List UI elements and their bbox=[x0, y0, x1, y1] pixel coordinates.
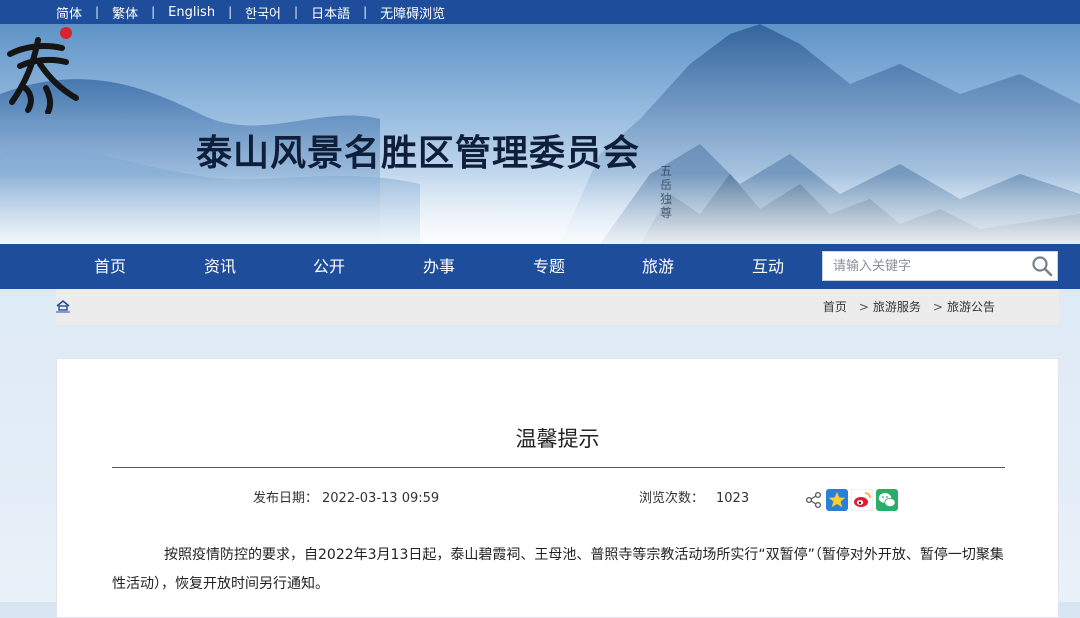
home-icon[interactable] bbox=[56, 299, 70, 313]
lang-english-link[interactable]: English bbox=[168, 5, 215, 20]
divider: | bbox=[363, 5, 368, 19]
search-input[interactable] bbox=[823, 252, 1043, 280]
title-divider bbox=[112, 467, 1005, 468]
taishan-logo-icon bbox=[7, 27, 79, 114]
publish-date-label: 发布日期： bbox=[253, 491, 319, 506]
nav-public[interactable]: 公开 bbox=[289, 244, 369, 289]
divider: | bbox=[294, 5, 299, 19]
article-card: 温馨提示 发布日期： 2022-03-13 09:59 浏览次数： 1023 按照疫… bbox=[56, 358, 1059, 618]
site-title: 泰山风景名胜区管理委员会 bbox=[196, 133, 641, 174]
nav-interaction[interactable]: 互动 bbox=[728, 244, 808, 289]
breadcrumb-tourism-services[interactable]: 旅游服务 bbox=[873, 289, 921, 325]
breadcrumb-tourism-notices[interactable]: 旅游公告 bbox=[947, 289, 995, 325]
breadcrumb-separator: > bbox=[932, 300, 943, 314]
nav-tourism[interactable]: 旅游 bbox=[618, 244, 698, 289]
qzone-icon[interactable] bbox=[826, 489, 848, 515]
publish-date-meta: 发布日期： 2022-03-13 09:59 bbox=[253, 487, 439, 506]
nav-home[interactable]: 首页 bbox=[70, 244, 150, 289]
nav-services[interactable]: 办事 bbox=[399, 244, 479, 289]
main-nav: 首页 资讯 公开 办事 专题 旅游 互动 bbox=[0, 244, 1080, 289]
lang-korean-link[interactable]: 한국어 bbox=[245, 3, 281, 22]
view-count-value: 1023 bbox=[716, 491, 750, 506]
lang-traditional-link[interactable]: 繁体 bbox=[112, 3, 138, 22]
language-links: 简体 | 繁体 | English | 한국어 | 日本語 | 无障碍浏览 bbox=[56, 0, 445, 24]
wechat-icon[interactable] bbox=[876, 489, 898, 515]
divider: | bbox=[151, 5, 156, 19]
share-icon[interactable] bbox=[805, 491, 823, 513]
site-banner: 泰山风景名胜区管理委员会 五岳独尊 bbox=[0, 24, 1080, 244]
view-count-meta: 浏览次数： 1023 bbox=[639, 487, 749, 506]
search-icon[interactable] bbox=[1031, 255, 1053, 277]
breadcrumb-separator: > bbox=[858, 300, 869, 314]
breadcrumb-home[interactable]: 首页 bbox=[823, 289, 847, 325]
divider: | bbox=[228, 5, 233, 19]
accessibility-link[interactable]: 无障碍浏览 bbox=[380, 3, 445, 22]
vertical-inscription: 五岳独尊 bbox=[660, 164, 673, 220]
lang-simplified-link[interactable]: 简体 bbox=[56, 3, 82, 22]
view-count-label: 浏览次数： bbox=[639, 491, 705, 506]
search-box bbox=[822, 251, 1058, 281]
nav-news[interactable]: 资讯 bbox=[180, 244, 260, 289]
publish-date-value: 2022-03-13 09:59 bbox=[322, 491, 440, 506]
breadcrumb: 首页 > 旅游服务 > 旅游公告 bbox=[823, 289, 995, 325]
weibo-icon[interactable] bbox=[850, 488, 874, 515]
divider: | bbox=[95, 5, 100, 19]
article-body: 按照疫情防控的要求，自2022年3月13日起，泰山碧霞祠、王母池、普照寺等宗教活… bbox=[112, 547, 1004, 592]
share-buttons bbox=[805, 488, 901, 515]
language-bar: 简体 | 繁体 | English | 한국어 | 日本語 | 无障碍浏览 bbox=[0, 0, 1080, 24]
breadcrumb-bar: 首页 > 旅游服务 > 旅游公告 bbox=[56, 289, 1059, 325]
article-title: 温馨提示 bbox=[515, 427, 600, 451]
lang-japanese-link[interactable]: 日本語 bbox=[311, 3, 350, 22]
nav-topics[interactable]: 专题 bbox=[509, 244, 589, 289]
